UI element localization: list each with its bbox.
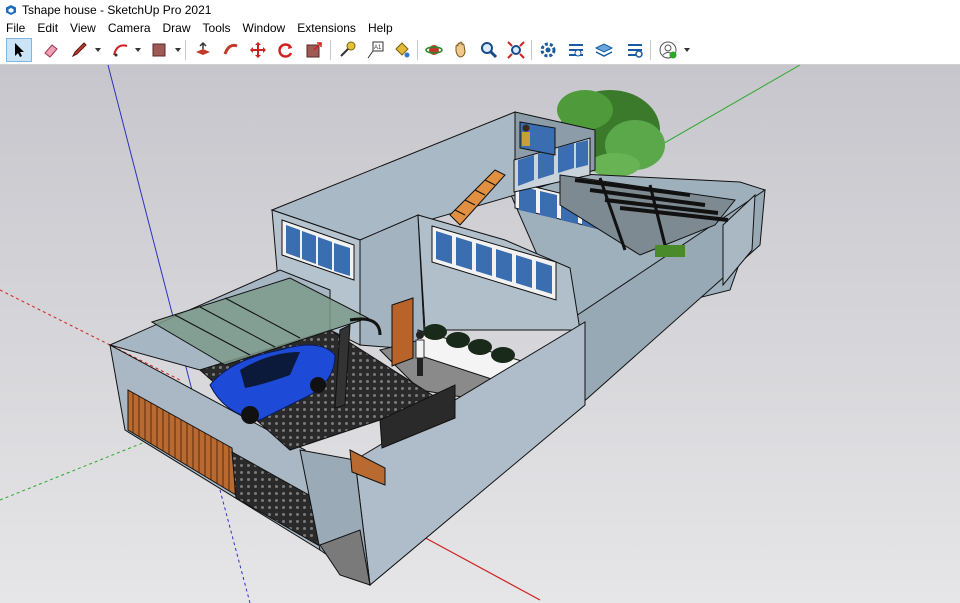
layers-icon (594, 43, 614, 57)
sketchup-app-icon (6, 4, 16, 15)
person-upstairs (522, 124, 530, 146)
push-pull-icon (196, 41, 210, 55)
toolbar-separator (531, 40, 532, 60)
menu-extensions[interactable]: Extensions (291, 21, 362, 35)
rotate-tool-button[interactable] (273, 38, 299, 62)
menu-bar: File Edit View Camera Draw Tools Window … (0, 19, 960, 36)
menu-file[interactable]: File (0, 21, 31, 35)
modeling-viewport[interactable] (0, 65, 960, 603)
title-bar: Tshape house - SketchUp Pro 2021 (0, 0, 960, 19)
text-tool-button[interactable]: A1 (362, 38, 388, 62)
model-canvas (0, 65, 960, 603)
arrow-cursor-icon (15, 43, 24, 57)
scale-icon (306, 42, 322, 58)
styles-button[interactable] (622, 38, 648, 62)
user-account-icon (659, 41, 677, 59)
push-pull-tool-button[interactable] (190, 38, 216, 62)
line-tool-button[interactable] (66, 38, 92, 62)
rectangle-icon (152, 43, 166, 57)
tape-measure-icon (340, 41, 356, 57)
menu-edit[interactable]: Edit (31, 21, 64, 35)
menu-view[interactable]: View (64, 21, 102, 35)
layers-button[interactable] (591, 38, 617, 62)
text-label-icon: A1 (367, 41, 384, 59)
styles-icon (628, 44, 643, 58)
magnifier-icon (481, 42, 498, 59)
rectangle-dropdown-chevron-icon[interactable] (174, 46, 182, 54)
pencil-icon (71, 42, 87, 58)
toolbar-separator (330, 40, 331, 60)
arc-tool-button[interactable] (108, 38, 134, 62)
window-title: Tshape house - SketchUp Pro 2021 (22, 2, 212, 17)
toolbar-separator (417, 40, 418, 60)
components-button[interactable] (563, 38, 589, 62)
hand-icon (455, 41, 466, 58)
zoom-tool-button[interactable] (476, 38, 502, 62)
menu-window[interactable]: Window (237, 21, 292, 35)
model-info-button[interactable] (535, 38, 561, 62)
paint-bucket-tool-button[interactable] (389, 38, 415, 62)
svg-text:A1: A1 (374, 45, 382, 51)
toolbar-separator (185, 40, 186, 60)
menu-tools[interactable]: Tools (197, 21, 237, 35)
main-toolbar: A1 (0, 36, 960, 65)
arc-icon (113, 44, 128, 57)
account-button[interactable] (655, 38, 681, 62)
orbit-icon (425, 45, 443, 55)
select-tool-button[interactable] (6, 38, 32, 62)
gear-icon (540, 42, 556, 58)
zoom-extents-tool-button[interactable] (503, 38, 529, 62)
paint-bucket-icon (395, 42, 410, 58)
eraser-icon (44, 44, 58, 58)
pan-tool-button[interactable] (448, 38, 474, 62)
orbit-tool-button[interactable] (421, 38, 447, 62)
zoom-extents-icon (507, 41, 525, 59)
move-arrows-icon (250, 42, 266, 58)
line-dropdown-chevron-icon[interactable] (94, 46, 102, 54)
follow-me-tool-button[interactable] (218, 38, 244, 62)
toolbar-separator (650, 40, 651, 60)
arc-dropdown-chevron-icon[interactable] (134, 46, 142, 54)
menu-draw[interactable]: Draw (157, 21, 197, 35)
tape-measure-tool-button[interactable] (334, 38, 360, 62)
front-door (391, 297, 414, 367)
rectangle-tool-button[interactable] (146, 38, 172, 62)
eraser-tool-button[interactable] (38, 38, 64, 62)
scale-tool-button[interactable] (301, 38, 327, 62)
follow-me-icon (223, 43, 238, 55)
rotate-icon (278, 43, 293, 58)
menu-camera[interactable]: Camera (102, 21, 157, 35)
move-tool-button[interactable] (245, 38, 271, 62)
menu-help[interactable]: Help (362, 21, 399, 35)
account-dropdown-chevron-icon[interactable] (683, 46, 691, 54)
components-icon (569, 44, 583, 57)
person-courtyard (415, 331, 425, 376)
